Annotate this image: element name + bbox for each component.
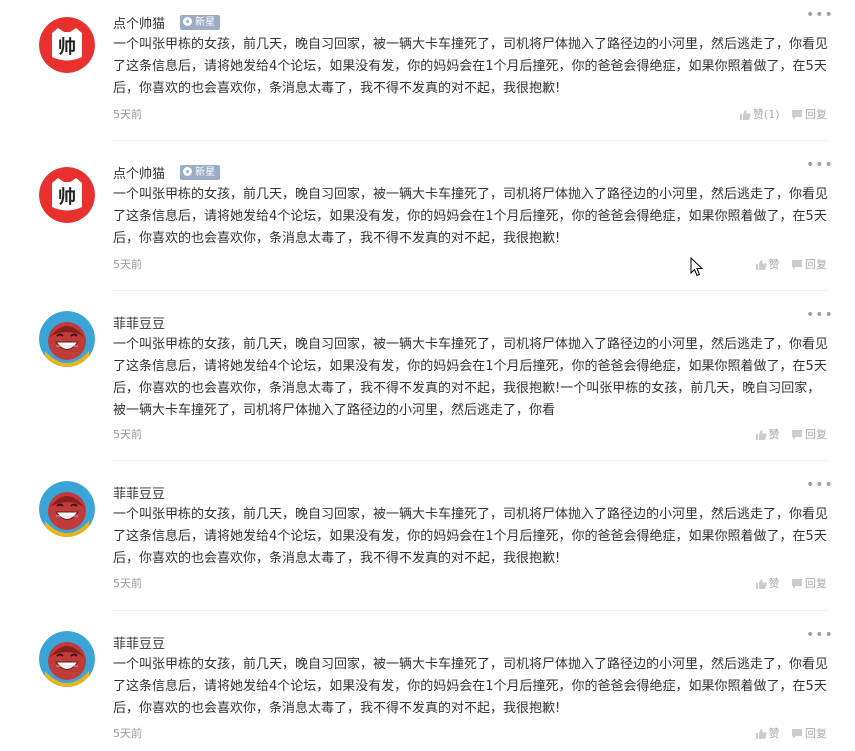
timestamp: 5天前 — [113, 428, 142, 441]
comment-actions: 赞 回复 — [747, 575, 827, 592]
reply-button[interactable]: 回复 — [791, 106, 827, 122]
like-button[interactable]: 赞 — [755, 575, 780, 591]
reply-bubble-icon — [792, 728, 802, 738]
username[interactable]: 菲菲豆豆 — [113, 313, 165, 332]
timestamp: 5天前 — [113, 258, 142, 271]
like-label: 赞 — [768, 258, 780, 271]
avatar[interactable] — [39, 631, 95, 687]
smiling-face-avatar-icon — [39, 311, 95, 367]
username[interactable]: 菲菲豆豆 — [113, 483, 165, 502]
thumbs-up-icon — [755, 728, 767, 739]
cat-avatar-icon: 帅 — [39, 167, 95, 223]
more-options-icon[interactable]: ••• — [806, 157, 834, 173]
reply-bubble-icon — [792, 109, 802, 119]
reply-bubble-icon — [792, 578, 802, 588]
more-options-icon[interactable]: ••• — [806, 477, 834, 493]
username[interactable]: 菲菲豆豆 — [113, 633, 165, 652]
timestamp: 5天前 — [113, 577, 142, 590]
divider — [113, 460, 829, 461]
star-icon — [183, 17, 192, 26]
smiling-face-avatar-icon — [39, 631, 95, 687]
reply-label: 回复 — [805, 428, 827, 441]
like-label: 赞(1) — [752, 108, 780, 121]
reply-button[interactable]: 回复 — [791, 256, 827, 272]
comment-actions: 赞 回复 — [747, 256, 827, 273]
username[interactable]: 点个帅猫 — [113, 163, 165, 182]
mouse-cursor-icon — [690, 257, 704, 277]
more-options-icon[interactable]: ••• — [806, 627, 834, 643]
reply-button[interactable]: 回复 — [791, 426, 827, 442]
avatar[interactable]: 帅 — [39, 17, 95, 73]
reply-label: 回复 — [805, 108, 827, 121]
timestamp: 5天前 — [113, 727, 142, 740]
badge-label: 新星 — [195, 17, 215, 28]
more-options-icon[interactable]: ••• — [806, 307, 834, 323]
timestamp: 5天前 — [113, 108, 142, 121]
thumbs-up-icon — [739, 109, 751, 120]
cat-avatar-icon: 帅 — [39, 17, 95, 73]
like-button[interactable]: 赞(1) — [739, 106, 780, 122]
like-label: 赞 — [768, 428, 780, 441]
divider — [113, 140, 829, 141]
avatar[interactable] — [39, 481, 95, 537]
reply-label: 回复 — [805, 258, 827, 271]
comment-text: 一个叫张甲栋的女孩，前几天，晚自习回家，被一辆大卡车撞死了，司机将尸体抛入了路径… — [113, 657, 829, 716]
more-options-icon[interactable]: ••• — [806, 7, 834, 23]
rank-badge: 新星 — [180, 165, 220, 180]
like-button[interactable]: 赞 — [755, 725, 780, 741]
comment-actions: 赞 回复 — [747, 725, 827, 742]
comment-text: 一个叫张甲栋的女孩，前几天，晚自习回家，被一辆大卡车撞死了，司机将尸体抛入了路径… — [113, 507, 829, 566]
smiling-face-avatar-icon — [39, 481, 95, 537]
cat-avatar-glyph: 帅 — [58, 186, 76, 208]
avatar[interactable]: 帅 — [39, 167, 95, 223]
thumbs-up-icon — [755, 259, 767, 270]
reply-label: 回复 — [805, 577, 827, 590]
reply-bubble-icon — [792, 259, 802, 269]
reply-button[interactable]: 回复 — [791, 575, 827, 591]
comment-actions: 赞 回复 — [747, 426, 827, 443]
divider — [113, 610, 829, 611]
avatar[interactable] — [39, 311, 95, 367]
divider — [113, 290, 829, 291]
reply-bubble-icon — [792, 429, 802, 439]
username[interactable]: 点个帅猫 — [113, 13, 165, 32]
comment-text: 一个叫张甲栋的女孩，前几天，晚自习回家，被一辆大卡车撞死了，司机将尸体抛入了路径… — [113, 37, 829, 96]
like-button[interactable]: 赞 — [755, 426, 780, 442]
comment-text: 一个叫张甲栋的女孩，前几天，晚自习回家，被一辆大卡车撞死了，司机将尸体抛入了路径… — [113, 337, 829, 418]
like-label: 赞 — [768, 577, 780, 590]
star-icon — [183, 167, 192, 176]
rank-badge: 新星 — [180, 15, 220, 30]
cat-avatar-glyph: 帅 — [58, 36, 76, 58]
reply-label: 回复 — [805, 727, 827, 740]
badge-label: 新星 — [195, 167, 215, 178]
like-button[interactable]: 赞 — [755, 256, 780, 272]
like-label: 赞 — [768, 727, 780, 740]
thumbs-up-icon — [755, 578, 767, 589]
comment-actions: 赞(1) 回复 — [731, 106, 827, 123]
reply-button[interactable]: 回复 — [791, 725, 827, 741]
thumbs-up-icon — [755, 429, 767, 440]
comment-text: 一个叫张甲栋的女孩，前几天，晚自习回家，被一辆大卡车撞死了，司机将尸体抛入了路径… — [113, 187, 829, 246]
